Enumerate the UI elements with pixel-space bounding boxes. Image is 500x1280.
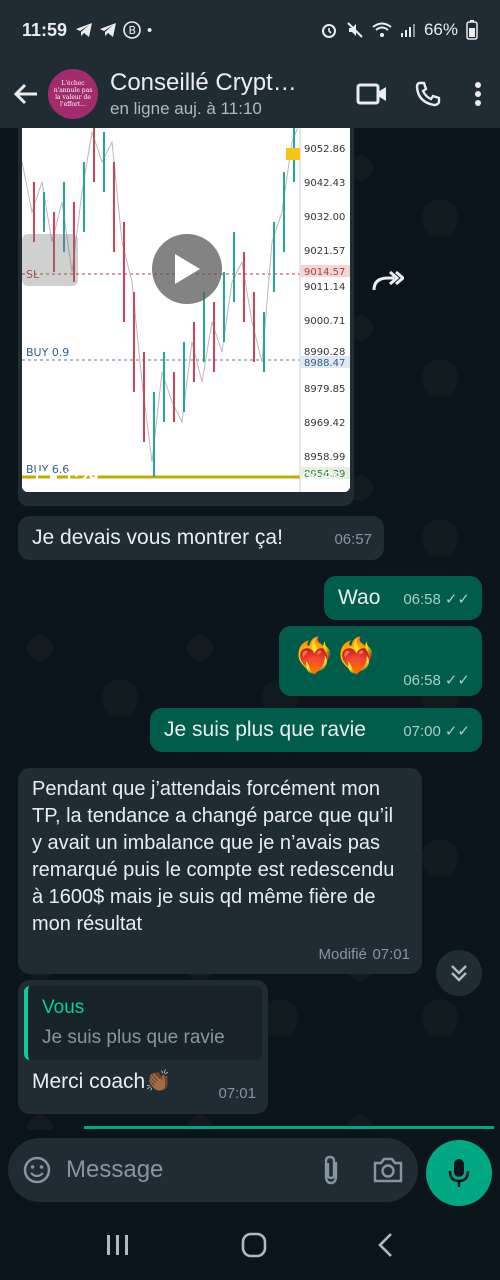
status-time: 11:59 xyxy=(22,19,68,40)
message-outgoing[interactable]: Wao 06:58 ✓✓ xyxy=(324,576,482,620)
quote-text: Je suis plus que ravie xyxy=(42,1027,225,1048)
message-text: Wao xyxy=(338,586,381,609)
message-text: Pendant que j’attendais forcément mon TP… xyxy=(32,778,395,935)
price-tick: 8979.85 xyxy=(304,384,345,395)
message-time: 06:58 xyxy=(403,672,441,689)
progress-line xyxy=(84,1126,494,1129)
message-text: ❤️‍🔥❤️‍🔥 xyxy=(293,637,378,675)
message-meta: 06:58 ✓✓ xyxy=(403,584,470,614)
price-tick: 9000.71 xyxy=(304,316,345,327)
quoted-message[interactable]: Vous Je suis plus que ravie xyxy=(24,986,262,1060)
voice-call-button[interactable] xyxy=(400,66,456,122)
video-call-button[interactable] xyxy=(344,66,400,122)
emoji-icon xyxy=(23,1156,51,1184)
message-time: 07:00 xyxy=(403,723,441,740)
video-timestamp: 06:56 xyxy=(301,470,342,487)
more-vertical-icon xyxy=(475,82,481,106)
menu-button[interactable] xyxy=(456,66,500,122)
message-incoming-reply[interactable]: Vous Je suis plus que ravie Merci coach👏… xyxy=(18,980,268,1114)
back-arrow-icon xyxy=(13,83,37,105)
message-time: 06:58 xyxy=(403,591,441,608)
message-meta: Modifié 07:01 xyxy=(319,940,410,968)
price-tick: 9011.14 xyxy=(304,282,345,293)
wifi-icon xyxy=(372,22,392,37)
price-tick: 9014.57 xyxy=(304,267,345,278)
back-nav-icon[interactable] xyxy=(377,1232,395,1258)
double-chevron-down-icon xyxy=(451,965,467,982)
chat-area[interactable]: 9052.86 9042.43 9032.00 9021.57 9014.57 … xyxy=(0,128,500,1140)
scroll-to-bottom-button[interactable] xyxy=(436,950,482,996)
message-outgoing[interactable]: ❤️‍🔥❤️‍🔥 06:58 ✓✓ xyxy=(279,626,482,696)
read-receipt-icon: ✓✓ xyxy=(444,723,470,740)
message-outgoing[interactable]: Je suis plus que ravie 07:00 ✓✓ xyxy=(150,708,482,752)
price-tick: 9052.86 xyxy=(304,144,345,155)
svg-text:B: B xyxy=(129,24,137,37)
message-input-box[interactable]: Message xyxy=(8,1138,418,1202)
message-time: 07:01 xyxy=(372,946,410,963)
phone-icon xyxy=(415,81,441,107)
telegram-icon xyxy=(100,23,117,37)
contact-info[interactable]: Conseillé Crypt… en ligne auj. à 11:10 xyxy=(110,69,344,119)
recent-apps-icon[interactable] xyxy=(105,1233,131,1257)
video-duration-text: 1:29 xyxy=(64,468,99,487)
forward-button[interactable] xyxy=(366,258,410,302)
message-meta: 07:00 ✓✓ xyxy=(403,716,470,746)
message-text: Je suis plus que ravie xyxy=(164,718,366,741)
microphone-icon xyxy=(448,1159,470,1187)
attach-icon xyxy=(324,1155,338,1185)
camera-icon xyxy=(373,1157,403,1183)
alarm-icon xyxy=(321,24,336,38)
contact-name: Conseillé Crypt… xyxy=(110,69,297,96)
price-tick: 8988.47 xyxy=(304,358,345,369)
dot-icon: • xyxy=(147,21,153,39)
system-nav-bar xyxy=(0,1210,500,1280)
message-time: 07:01 xyxy=(218,1085,256,1102)
back-button[interactable] xyxy=(4,72,48,116)
battery-level: 66% xyxy=(423,20,458,39)
message-meta: 06:58 ✓✓ xyxy=(403,665,470,690)
message-time: 06:57 xyxy=(334,531,372,548)
price-tick: 9032.00 xyxy=(304,212,345,223)
contact-status: en ligne auj. à 11:10 xyxy=(110,99,262,118)
composer: Message xyxy=(0,1130,500,1210)
play-button[interactable] xyxy=(152,234,222,304)
quote-author: Vous xyxy=(42,997,85,1018)
play-icon xyxy=(175,254,200,284)
battery-icon xyxy=(466,20,478,40)
video-message[interactable]: 9052.86 9042.43 9032.00 9021.57 9014.57 … xyxy=(18,128,354,506)
avatar[interactable]: L'échec n'annule pas la valeur de l'effo… xyxy=(48,69,98,119)
forward-icon xyxy=(372,270,404,291)
read-receipt-icon: ✓✓ xyxy=(444,591,470,608)
message-incoming[interactable]: Pendant que j’attendais forcément mon TP… xyxy=(18,768,422,974)
svg-text:BUY 0.9: BUY 0.9 xyxy=(26,346,69,359)
message-input[interactable]: Message xyxy=(66,1156,320,1184)
message-incoming[interactable]: Je devais vous montrer ça! 06:57 xyxy=(18,516,384,560)
price-tick: 9042.43 xyxy=(304,178,345,189)
home-icon[interactable] xyxy=(241,1232,267,1258)
read-receipt-icon: ✓✓ xyxy=(444,672,470,689)
voice-message-button[interactable] xyxy=(426,1140,492,1206)
signal-icon xyxy=(400,24,415,37)
notification-icons: B • xyxy=(75,21,152,39)
video-icon xyxy=(36,471,57,485)
status-bar: 11:59 B • 66% xyxy=(0,0,500,60)
bitcoin-icon: B xyxy=(123,21,141,39)
price-tick: 8958.99 xyxy=(304,452,345,463)
mute-icon xyxy=(347,22,363,38)
video-thumbnail[interactable]: 9052.86 9042.43 9032.00 9021.57 9014.57 … xyxy=(22,128,350,492)
telegram-icon xyxy=(76,23,93,37)
status-right: 66% xyxy=(320,20,478,40)
trading-chart-thumbnail: 9052.86 9042.43 9032.00 9021.57 9014.57 … xyxy=(22,128,350,492)
chat-header: L'échec n'annule pas la valeur de l'effo… xyxy=(0,60,500,128)
message-text: Je devais vous montrer ça! xyxy=(32,526,283,549)
edited-label: Modifié xyxy=(318,946,367,963)
price-tick: 8969.42 xyxy=(304,418,345,429)
video-camera-icon xyxy=(356,83,386,105)
price-tick: 9021.57 xyxy=(304,246,345,257)
video-duration: 1:29 xyxy=(36,468,98,488)
